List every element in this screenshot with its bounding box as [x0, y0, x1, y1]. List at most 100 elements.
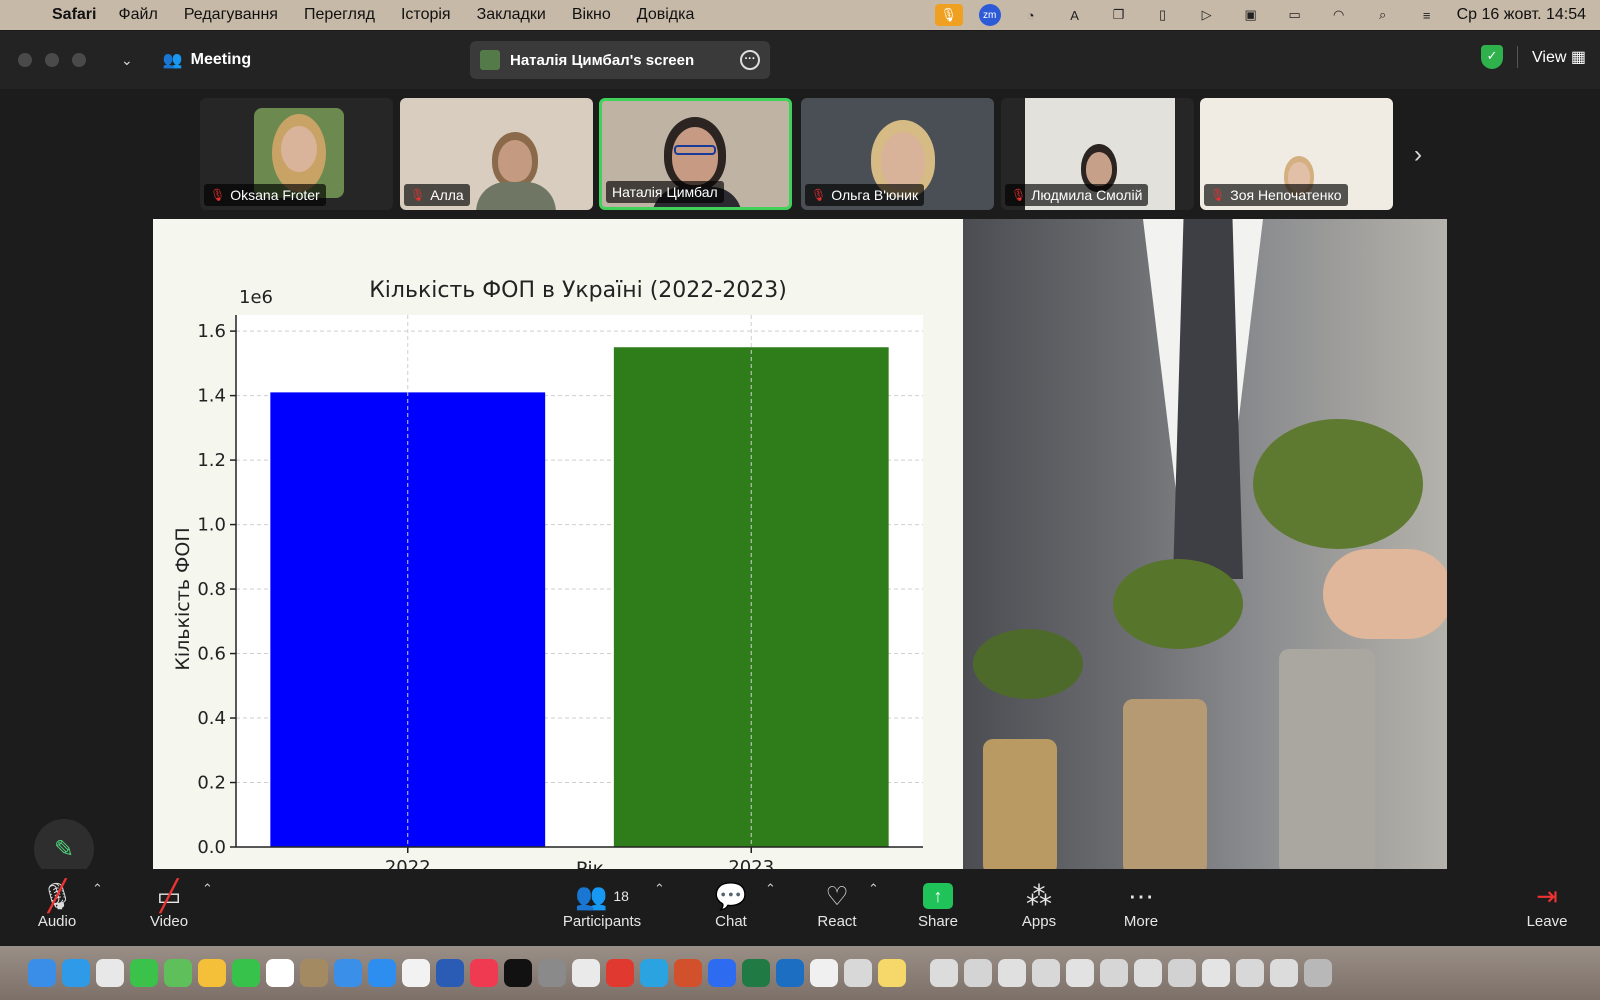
participant-tile[interactable]: 🎙 Людмила Смолій [1001, 98, 1194, 210]
control-center-icon[interactable]: ≡ [1413, 4, 1441, 26]
y-tick-label: 0.8 [197, 579, 226, 600]
finder-icon[interactable] [28, 959, 56, 987]
clock-icon[interactable] [810, 959, 838, 987]
macos-menubar: Safari Файл Редагування Перегляд Історія… [0, 0, 1600, 30]
document-thumbnail-icon[interactable] [1168, 959, 1196, 987]
word-icon[interactable] [436, 959, 464, 987]
wifi-icon[interactable]: ◠ [1325, 4, 1353, 26]
powerpoint-icon[interactable] [674, 959, 702, 987]
menu-history[interactable]: Історія [401, 6, 451, 24]
launchpad-icon[interactable] [96, 959, 124, 987]
chevron-down-icon[interactable]: ⌄ [121, 52, 133, 69]
audio-options-caret-icon[interactable]: ⌃ [92, 881, 103, 897]
menu-edit[interactable]: Редагування [184, 6, 278, 24]
window-icon[interactable]: ❐ [1105, 4, 1133, 26]
document-thumbnail-icon[interactable] [1236, 959, 1264, 987]
y-tick-label: 1.4 [197, 386, 226, 407]
calendar-icon[interactable] [266, 959, 294, 987]
document-thumbnail-icon[interactable] [1202, 959, 1230, 987]
menu-app-name[interactable]: Safari [52, 6, 96, 24]
react-options-caret-icon[interactable]: ⌃ [868, 881, 879, 897]
leave-button[interactable]: ⇥ Leave [1502, 879, 1592, 931]
view-button[interactable]: View ▦ [1532, 47, 1586, 67]
participants-button[interactable]: 👥 18 Participants [557, 879, 647, 931]
chevron-right-icon[interactable]: › [1414, 141, 1422, 169]
ellipsis-icon[interactable]: ··· [740, 50, 760, 70]
music-icon[interactable] [470, 959, 498, 987]
participant-tile[interactable]: 🎙 Oksana Froter [200, 98, 393, 210]
device-icon[interactable]: ▯ [1149, 4, 1177, 26]
input-source-icon[interactable]: A [1061, 4, 1089, 26]
maps-icon[interactable] [164, 959, 192, 987]
freeform-icon[interactable] [572, 959, 600, 987]
printer-icon[interactable] [844, 959, 872, 987]
y-tick-label: 0.0 [197, 837, 226, 858]
chat-icon: 💬 [714, 880, 748, 911]
document-thumbnail-icon[interactable] [1134, 959, 1162, 987]
microphone-status-icon[interactable]: 🎙 [934, 4, 963, 26]
audio-button[interactable]: 🎙 ╱ Audio [12, 879, 102, 931]
app-store-icon[interactable] [368, 959, 396, 987]
y-tick-label: 1.6 [197, 321, 226, 342]
photos-icon[interactable] [198, 959, 226, 987]
document-thumbnail-icon[interactable] [1270, 959, 1298, 987]
menu-help[interactable]: Довідка [637, 6, 695, 24]
zoom-icon[interactable] [708, 959, 736, 987]
notification-icon[interactable]: ◔ [1017, 4, 1045, 26]
video-button[interactable]: ▭ ╱ Video [124, 879, 214, 931]
reminders-icon[interactable] [402, 959, 430, 987]
messages-icon[interactable] [130, 959, 158, 987]
participants-options-caret-icon[interactable]: ⌃ [654, 881, 665, 897]
pdf-icon[interactable]: ▣ [1237, 4, 1265, 26]
share-button[interactable]: ↑ Share [893, 879, 983, 930]
shared-screen-pill[interactable]: Наталія Цимбал's screen ··· [470, 41, 770, 79]
settings-icon[interactable] [538, 959, 566, 987]
y-tick-label: 0.4 [197, 708, 226, 729]
document-thumbnail-icon[interactable] [1066, 959, 1094, 987]
search-icon[interactable]: ⌕ [1369, 4, 1397, 26]
notes-app-icon[interactable] [300, 959, 328, 987]
muted-mic-icon: 🎙 [811, 188, 827, 202]
chat-button[interactable]: 💬 Chat [686, 879, 776, 931]
menu-file[interactable]: Файл [118, 6, 157, 24]
trash-icon[interactable] [1304, 959, 1332, 987]
menubar-clock[interactable]: Ср 16 жовт. 14:54 [1457, 6, 1586, 24]
y-tick-label: 0.2 [197, 773, 226, 794]
apple-tv-icon[interactable] [504, 959, 532, 987]
fullscreen-window-icon[interactable] [72, 53, 86, 67]
facetime-icon[interactable] [232, 959, 260, 987]
zoom-status-icon[interactable]: zm [978, 4, 1001, 26]
document-thumbnail-icon[interactable] [964, 959, 992, 987]
battery-icon[interactable]: ▭ [1281, 4, 1309, 26]
chat-options-caret-icon[interactable]: ⌃ [765, 881, 776, 897]
encryption-shield-icon[interactable]: ✓ [1481, 45, 1504, 69]
leave-door-icon: ⇥ [1536, 880, 1558, 911]
telegram-icon[interactable] [640, 959, 668, 987]
more-button[interactable]: ⋯ More [1096, 879, 1186, 931]
video-options-caret-icon[interactable]: ⌃ [202, 881, 213, 897]
pdf-app-icon[interactable] [606, 959, 634, 987]
meeting-info-button[interactable]: 👥 Meeting [163, 50, 251, 70]
excel-icon[interactable] [742, 959, 770, 987]
document-thumbnail-icon[interactable] [998, 959, 1026, 987]
safari-icon[interactable] [62, 959, 90, 987]
participant-tile[interactable]: 🎙 Ольга В'юник [801, 98, 994, 210]
document-thumbnail-icon[interactable] [1032, 959, 1060, 987]
document-thumbnail-icon[interactable] [930, 959, 958, 987]
minimize-window-icon[interactable] [45, 53, 59, 67]
mail-icon[interactable] [334, 959, 362, 987]
participant-name-tag: 🎙 Ольга В'юник [805, 184, 925, 206]
participant-tile-active-speaker[interactable]: Наталія Цимбал [599, 98, 792, 210]
menu-window[interactable]: Вікно [572, 6, 611, 24]
menu-bookmarks[interactable]: Закладки [477, 6, 546, 24]
participant-tile[interactable]: 🎙 Зоя Непочатенко [1200, 98, 1393, 210]
outlook-icon[interactable] [776, 959, 804, 987]
apps-button[interactable]: ⁂ Apps [994, 879, 1084, 931]
play-icon[interactable]: ▷ [1193, 4, 1221, 26]
notes-icon[interactable] [878, 959, 906, 987]
participants-icon: 👥 [575, 880, 608, 911]
close-window-icon[interactable] [18, 53, 32, 67]
menu-view[interactable]: Перегляд [304, 6, 375, 24]
document-thumbnail-icon[interactable] [1100, 959, 1128, 987]
participant-tile[interactable]: 🎙 Алла [400, 98, 593, 210]
